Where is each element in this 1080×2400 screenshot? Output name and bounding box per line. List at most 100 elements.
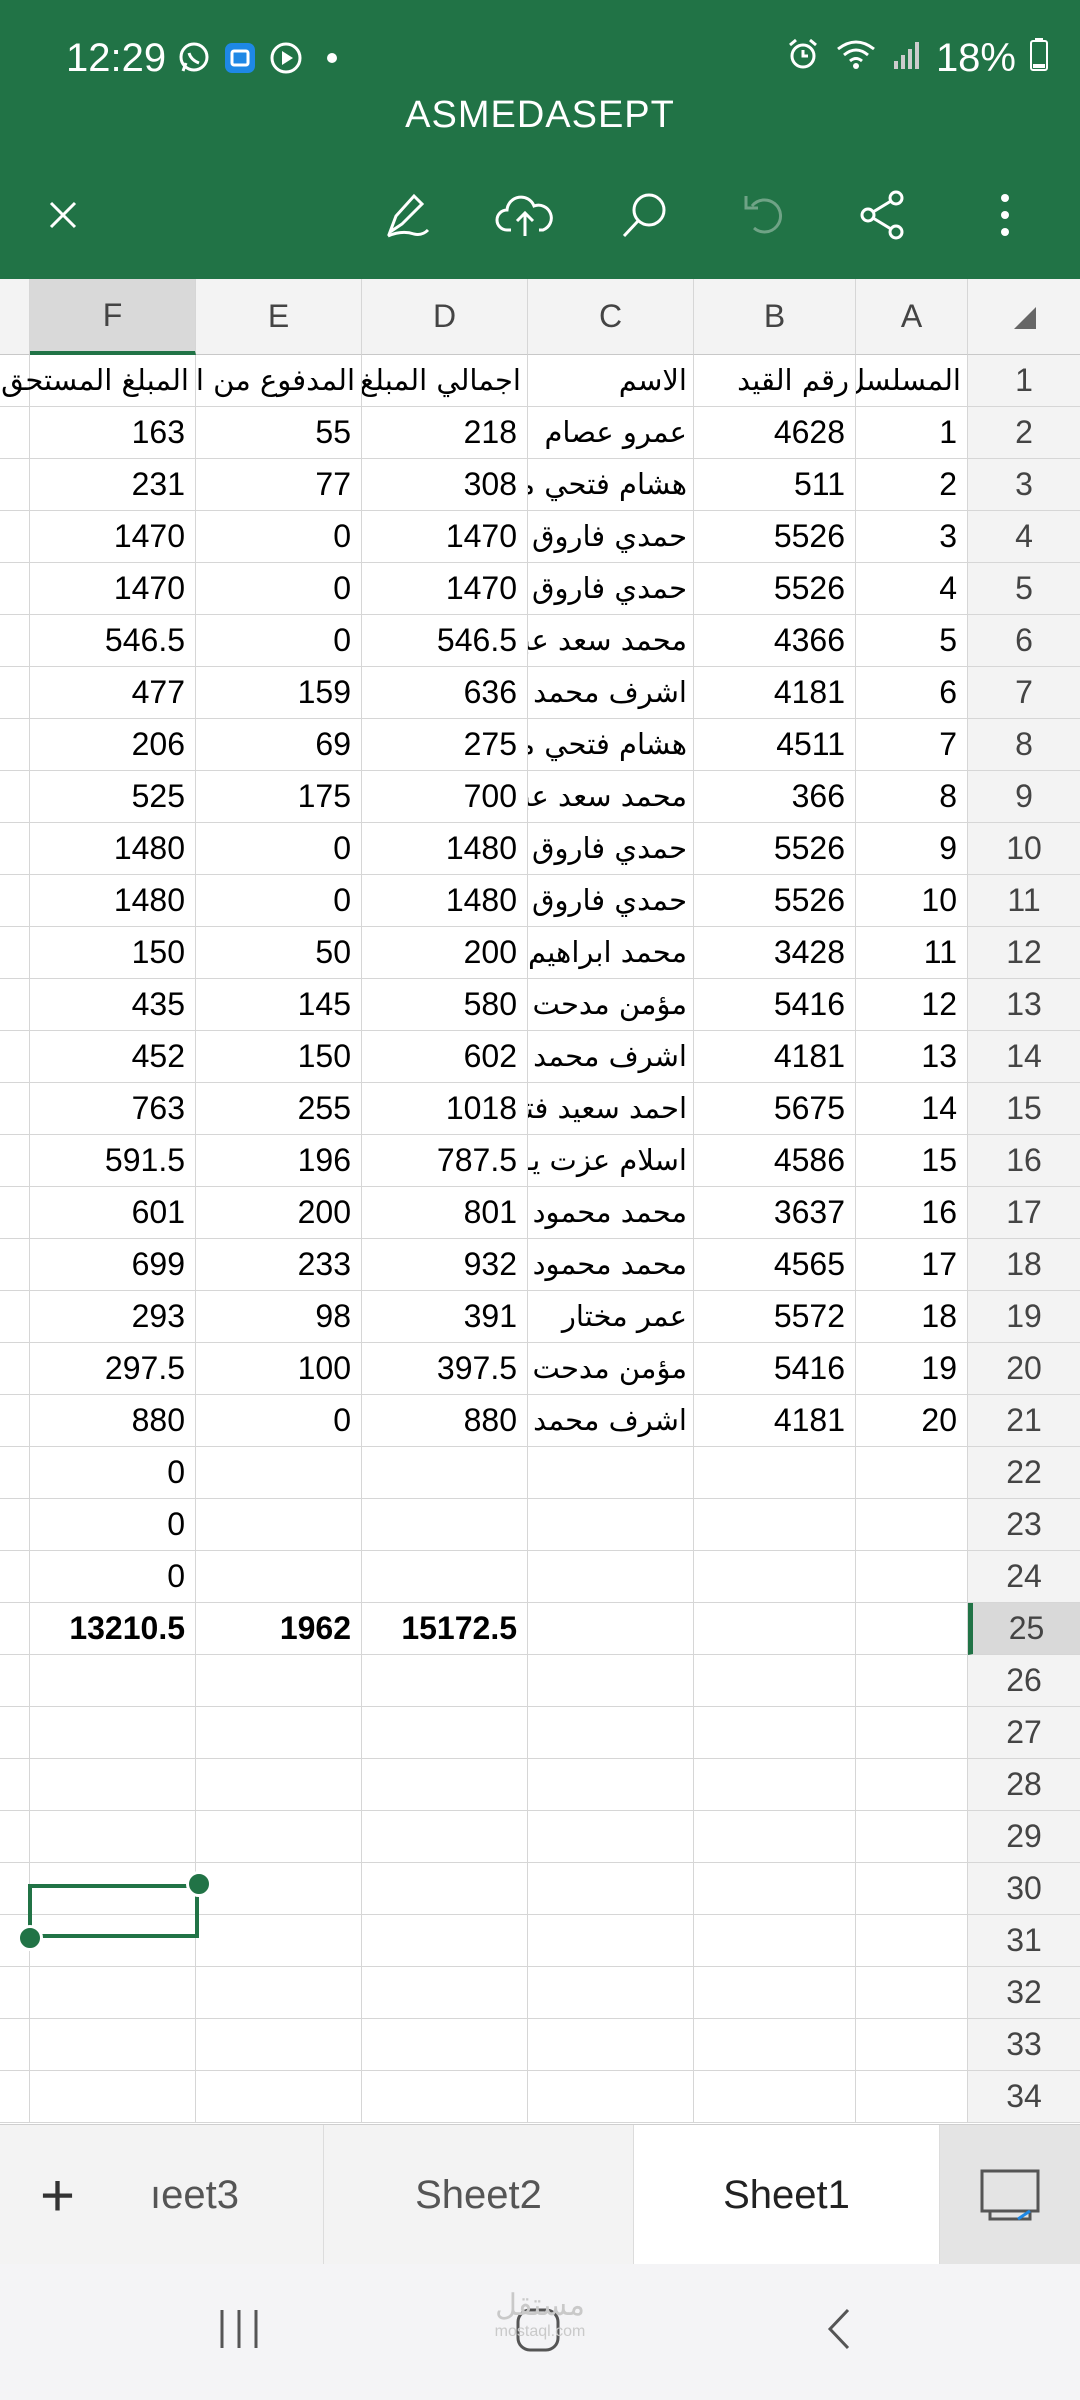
cell-d17[interactable]: 801 [362,1187,528,1239]
cell-a12[interactable]: 11 [856,927,968,979]
cell-e30[interactable] [196,1863,362,1915]
cell-f2[interactable]: 163 [30,407,196,459]
cell-partial[interactable] [0,1239,30,1291]
cell-a1[interactable]: المسلسل [856,355,968,407]
cell-partial[interactable] [0,1083,30,1135]
cell-b23[interactable] [694,1499,856,1551]
cell-partial[interactable] [0,1551,30,1603]
row-header[interactable]: 32 [968,1967,1080,2019]
more-options-button[interactable] [970,180,1040,250]
tab-sheet2[interactable]: Sheet2 [324,2125,634,2265]
cell-e26[interactable] [196,1655,362,1707]
cell-d27[interactable] [362,1707,528,1759]
cell-e24[interactable] [196,1551,362,1603]
cell-f4[interactable]: 1470 [30,511,196,563]
cell-partial[interactable] [0,1187,30,1239]
cell-partial[interactable] [0,875,30,927]
row-header[interactable]: 12 [968,927,1080,979]
cell-c34[interactable] [528,2071,694,2123]
cell-c21[interactable]: اشرف محمد [528,1395,694,1447]
cell-partial[interactable] [0,1603,30,1655]
cell-b15[interactable]: 5675 [694,1083,856,1135]
cell-f24[interactable]: 0 [30,1551,196,1603]
select-all-button[interactable] [968,279,1080,355]
cell-f14[interactable]: 452 [30,1031,196,1083]
cell-e12[interactable]: 50 [196,927,362,979]
cell-a16[interactable]: 15 [856,1135,968,1187]
selection-handle-top[interactable] [186,1871,212,1897]
row-header[interactable]: 23 [968,1499,1080,1551]
row-header[interactable]: 28 [968,1759,1080,1811]
cell-partial[interactable] [0,719,30,771]
cell-c27[interactable] [528,1707,694,1759]
cell-a14[interactable]: 13 [856,1031,968,1083]
row-header[interactable]: 30 [968,1863,1080,1915]
column-header-a[interactable]: A [856,279,968,355]
cell-f27[interactable] [30,1707,196,1759]
cell-d10[interactable]: 1480 [362,823,528,875]
cell-e6[interactable]: 0 [196,615,362,667]
cell-b2[interactable]: 4628 [694,407,856,459]
cell-partial[interactable] [0,459,30,511]
cell-c20[interactable]: مؤمن مدحت [528,1343,694,1395]
row-header[interactable]: 15 [968,1083,1080,1135]
cell-f17[interactable]: 601 [30,1187,196,1239]
cell-e11[interactable]: 0 [196,875,362,927]
cell-a11[interactable]: 10 [856,875,968,927]
cell-b31[interactable] [694,1915,856,1967]
cell-b11[interactable]: 5526 [694,875,856,927]
cell-d6[interactable]: 546.5 [362,615,528,667]
cell-f28[interactable] [30,1759,196,1811]
cell-e3[interactable]: 77 [196,459,362,511]
cell-a32[interactable] [856,1967,968,2019]
cell-b20[interactable]: 5416 [694,1343,856,1395]
cell-c31[interactable] [528,1915,694,1967]
cell-f25[interactable]: 13210.5 [30,1603,196,1655]
cell-partial[interactable] [0,1967,30,2019]
cell-e32[interactable] [196,1967,362,2019]
cell-c2[interactable]: عمرو عصام [528,407,694,459]
row-header[interactable]: 13 [968,979,1080,1031]
cell-d5[interactable]: 1470 [362,563,528,615]
row-header[interactable]: 5 [968,563,1080,615]
cell-a34[interactable] [856,2071,968,2123]
row-header[interactable]: 6 [968,615,1080,667]
cell-e34[interactable] [196,2071,362,2123]
cell-e2[interactable]: 55 [196,407,362,459]
cell-c7[interactable]: اشرف محمد [528,667,694,719]
row-header[interactable]: 14 [968,1031,1080,1083]
column-header-f[interactable]: F [30,279,196,355]
cell-b25[interactable] [694,1603,856,1655]
cell-e20[interactable]: 100 [196,1343,362,1395]
cell-a8[interactable]: 7 [856,719,968,771]
cell-b4[interactable]: 5526 [694,511,856,563]
row-header[interactable]: 34 [968,2071,1080,2123]
cell-b13[interactable]: 5416 [694,979,856,1031]
cell-a4[interactable]: 3 [856,511,968,563]
cell-d13[interactable]: 580 [362,979,528,1031]
cell-partial[interactable] [0,511,30,563]
cell-a31[interactable] [856,1915,968,1967]
cell-a24[interactable] [856,1551,968,1603]
cell-f23[interactable]: 0 [30,1499,196,1551]
cell-partial[interactable] [0,927,30,979]
cell-b24[interactable] [694,1551,856,1603]
draw-button[interactable] [372,180,442,250]
cell-e21[interactable]: 0 [196,1395,362,1447]
cell-c17[interactable]: محمد محمود [528,1187,694,1239]
cell-c26[interactable] [528,1655,694,1707]
cell-b10[interactable]: 5526 [694,823,856,875]
cell-b18[interactable]: 4565 [694,1239,856,1291]
cell-d9[interactable]: 700 [362,771,528,823]
cell-partial[interactable] [0,1291,30,1343]
column-header-d[interactable]: D [362,279,528,355]
cell-partial[interactable] [0,1499,30,1551]
cell-a10[interactable]: 9 [856,823,968,875]
cell-b5[interactable]: 5526 [694,563,856,615]
row-header[interactable]: 11 [968,875,1080,927]
cell-partial[interactable] [0,407,30,459]
cell-f11[interactable]: 1480 [30,875,196,927]
cell-f8[interactable]: 206 [30,719,196,771]
cell-d24[interactable] [362,1551,528,1603]
cell-e5[interactable]: 0 [196,563,362,615]
